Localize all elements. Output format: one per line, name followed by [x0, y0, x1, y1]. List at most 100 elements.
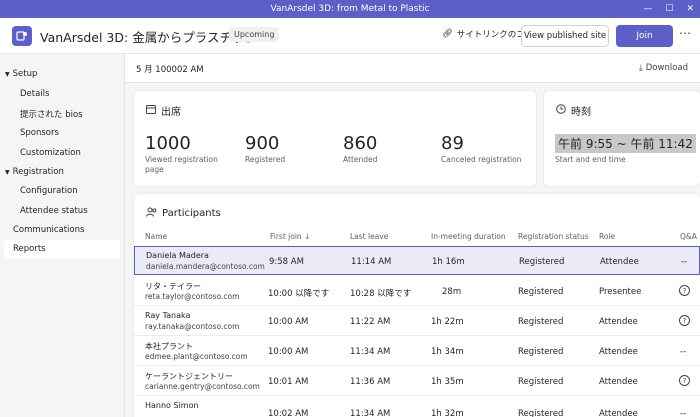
event-header: VanArsdel 3D: 金属からプラスチックへ Upcoming 🔗︎ サイ… — [0, 18, 700, 54]
registration-status: Registered — [518, 287, 564, 297]
participant-name: Daniela Madera — [146, 251, 209, 260]
participant-email: carianne.gentry@contoso.com — [145, 382, 260, 391]
caret-down-icon: ▼ — [5, 169, 10, 176]
first-join: 10:00 以降です — [268, 289, 330, 299]
role: Attendee — [599, 409, 638, 417]
registration-status: Registered — [518, 347, 564, 357]
role: Attendee — [599, 347, 638, 357]
participant-email: edmee.plant@contoso.com — [145, 352, 248, 361]
registration-status: Registered — [519, 257, 565, 267]
participant-name: Ray Tanaka — [145, 311, 191, 320]
attendance-title: 出席 — [146, 103, 181, 118]
caret-down-icon: ▼ — [5, 71, 10, 78]
question-icon[interactable]: ? — [679, 315, 690, 326]
event-app-icon — [12, 26, 32, 46]
stat-label: Registered — [245, 155, 286, 164]
first-join: 10:00 AM — [268, 347, 309, 357]
qa-value: -- — [680, 409, 687, 417]
stat-value: 89 — [441, 133, 464, 154]
first-join: 10:00 AM — [268, 317, 309, 327]
stat-label: Canceled registration — [441, 155, 522, 164]
stat-label: Viewed registration page — [145, 155, 218, 174]
column-header-first-join[interactable]: First join ↓ — [270, 232, 310, 241]
role: Attendee — [600, 257, 639, 267]
stat-label: Attended — [343, 155, 378, 164]
participant-name: リタ・テイラー — [145, 282, 201, 291]
duration: 28m — [442, 287, 462, 297]
question-icon[interactable]: ? — [679, 375, 690, 386]
date-bar: 5 月 100002 AM ⤓ Download — [125, 54, 700, 83]
duration: 1h 16m — [432, 257, 465, 267]
minimize-icon[interactable]: — — [643, 0, 652, 18]
table-row[interactable]: 本社プラント edmee.plant@contoso.com 10:00 AM … — [134, 337, 700, 366]
view-published-site-button[interactable]: View published site — [521, 25, 609, 47]
first-join: 10:02 AM — [268, 409, 309, 417]
status-badge: Upcoming — [229, 27, 280, 42]
duration: 1h 22m — [431, 317, 464, 327]
sidebar-item-registration[interactable]: ▼ Registration — [5, 167, 64, 177]
sidebar-item-setup[interactable]: ▼ Setup — [5, 69, 37, 79]
duration: 1h 34m — [431, 347, 464, 357]
table-row[interactable]: Hanno Simon 10:02 AM 11:34 AM 1h 32m Reg… — [134, 397, 700, 417]
sidebar-item-attendee-status[interactable]: Attendee status — [20, 206, 88, 216]
last-leave: 10:28 以降です — [350, 289, 412, 299]
last-leave: 11:34 AM — [350, 409, 391, 417]
last-leave: 11:36 AM — [350, 377, 391, 387]
column-header-status[interactable]: Registration status — [518, 232, 589, 241]
time-label: Start and end time — [555, 155, 626, 164]
table-row[interactable]: ケーラントジェントリー carianne.gentry@contoso.com … — [134, 367, 700, 396]
sidebar-item-customization[interactable]: Customization — [20, 148, 81, 158]
stat-value: 900 — [245, 133, 280, 154]
participant-name: ケーラントジェントリー — [145, 372, 233, 381]
registration-status: Registered — [518, 317, 564, 327]
sidebar-item-details[interactable]: Details — [20, 89, 49, 99]
qa-value: -- — [680, 347, 687, 357]
participant-email: ray.tanaka@contoso.com — [145, 322, 240, 331]
participant-name: Hanno Simon — [145, 401, 199, 410]
role: Attendee — [599, 377, 638, 387]
participant-name: 本社プラント — [145, 342, 193, 351]
last-leave: 11:14 AM — [351, 257, 392, 267]
calendar-icon — [146, 104, 156, 117]
column-header-role[interactable]: Role — [599, 232, 615, 241]
last-leave: 11:22 AM — [350, 317, 391, 327]
sidebar: ▼ Setup Details 提示された bios Sponsors Custo… — [0, 54, 125, 417]
column-header-qa[interactable]: Q&A — [680, 232, 697, 241]
column-header-last-leave[interactable]: Last leave — [350, 232, 388, 241]
sidebar-item-sponsors[interactable]: Sponsors — [20, 128, 59, 138]
time-card: 時刻 午前 9:55 ~ 午前 11:42 Start and end time — [544, 91, 700, 186]
more-options-icon[interactable]: ⋯ — [679, 26, 691, 40]
time-value: 午前 9:55 ~ 午前 11:42 — [555, 134, 696, 153]
maximize-icon[interactable]: ☐ — [665, 0, 673, 18]
table-row[interactable]: Daniela Madera daniela.mandera@contoso.c… — [134, 246, 700, 275]
registration-status: Registered — [518, 377, 564, 387]
column-header-name[interactable]: Name — [145, 232, 167, 241]
window-titlebar: VanArsdel 3D: from Metal to Plastic — ☐ … — [0, 0, 700, 18]
close-icon[interactable]: ✕ — [686, 0, 694, 18]
join-button[interactable]: Join — [616, 25, 673, 47]
question-icon[interactable]: ? — [679, 285, 690, 296]
event-date: 5 月 100002 AM — [136, 65, 204, 75]
sidebar-item-reports[interactable]: Reports — [4, 240, 120, 259]
first-join: 9:58 AM — [269, 257, 304, 267]
attendance-card: 出席 1000 Viewed registration page 900 Reg… — [134, 91, 536, 186]
duration: 1h 32m — [431, 409, 464, 417]
participant-email: daniela.mandera@contoso.com — [146, 262, 265, 271]
participants-title: Participants — [146, 207, 221, 220]
sidebar-item-communications[interactable]: Communications — [13, 225, 84, 235]
sidebar-item-bios[interactable]: 提示された bios — [20, 108, 83, 120]
first-join: 10:01 AM — [268, 377, 309, 387]
stat-value: 1000 — [145, 133, 191, 154]
time-title: 時刻 — [556, 103, 591, 118]
participant-email: reta.taylor@contoso.com — [145, 292, 240, 301]
registration-status: Registered — [518, 409, 564, 417]
download-button[interactable]: ⤓ Download — [639, 63, 688, 73]
sidebar-item-configuration[interactable]: Configuration — [20, 186, 78, 196]
arrow-down-icon: ↓ — [304, 232, 311, 241]
column-header-duration[interactable]: In-meeting duration — [431, 232, 506, 241]
table-row[interactable]: Ray Tanaka ray.tanaka@contoso.com 10:00 … — [134, 307, 700, 336]
download-icon: ⤓ — [639, 63, 643, 73]
role: Attendee — [599, 317, 638, 327]
table-row[interactable]: リタ・テイラー reta.taylor@contoso.com 10:00 以降… — [134, 277, 700, 306]
clock-icon — [556, 104, 566, 117]
